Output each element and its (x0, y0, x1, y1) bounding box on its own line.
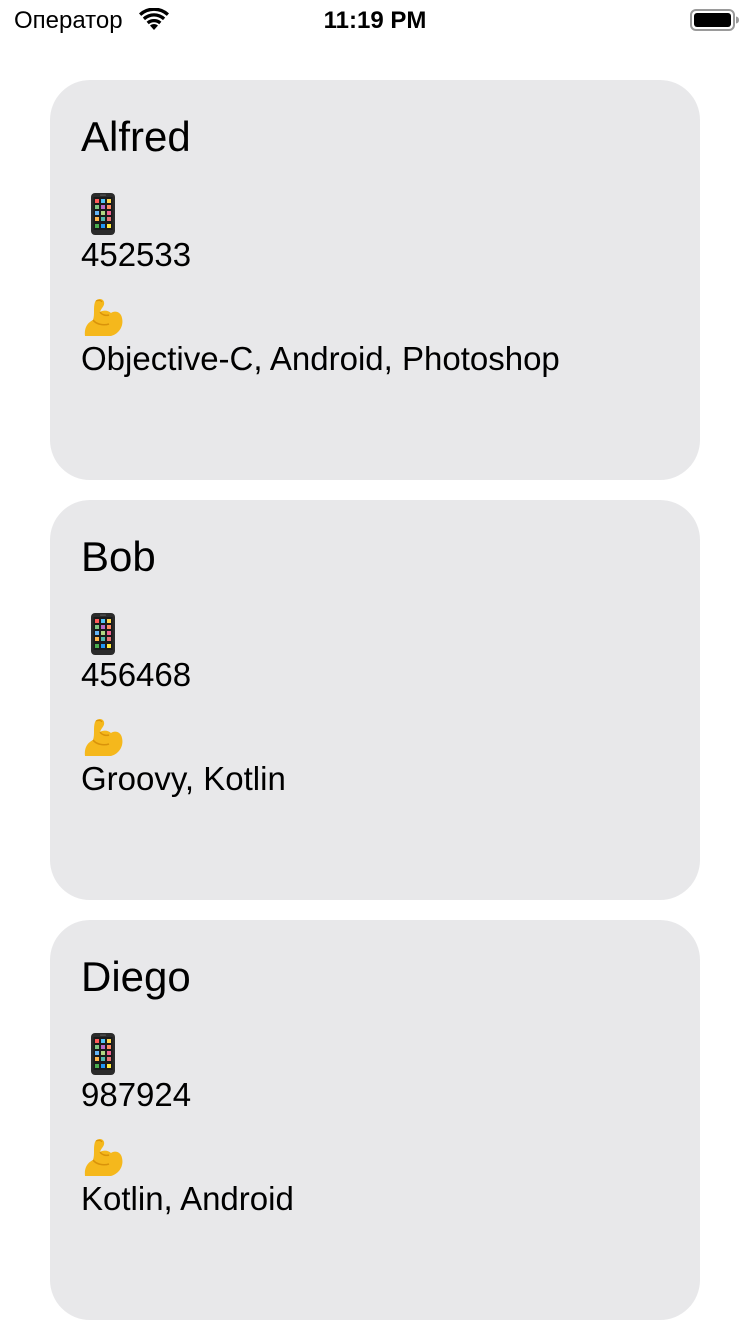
skills-list: Kotlin, Android (81, 1180, 294, 1217)
flexed-biceps-icon (84, 299, 123, 336)
person-card[interactable]: Diego 987924 Kotlin, Android (50, 920, 700, 1320)
person-card[interactable]: Alfred 452533 Objective-C, Android, Phot… (50, 80, 700, 480)
skills-list: Objective-C, Android, Photoshop (81, 340, 560, 377)
mobile-phone-icon (91, 193, 115, 235)
person-card[interactable]: Bob 456468 Groovy, Kotlin (50, 500, 700, 900)
person-name: Diego (81, 953, 191, 1000)
contacts-screen: Оператор 11:19 PM Alfred 452533 Objectiv… (0, 0, 750, 1334)
mobile-phone-icon (91, 1033, 115, 1075)
people-list: Alfred 452533 Objective-C, Android, Phot… (50, 80, 700, 1334)
person-name: Bob (81, 533, 156, 580)
status-bar: Оператор 11:19 PM (0, 0, 750, 40)
status-time: 11:19 PM (323, 7, 427, 34)
mobile-phone-icon (91, 613, 115, 655)
phone-number: 456468 (81, 656, 192, 693)
flexed-biceps-icon (84, 1139, 123, 1176)
phone-number: 452533 (81, 236, 192, 273)
battery-icon (690, 9, 739, 31)
phone-number: 987924 (81, 1076, 192, 1113)
skills-list: Groovy, Kotlin (81, 760, 286, 797)
flexed-biceps-icon (84, 719, 123, 756)
person-name: Alfred (81, 113, 191, 160)
